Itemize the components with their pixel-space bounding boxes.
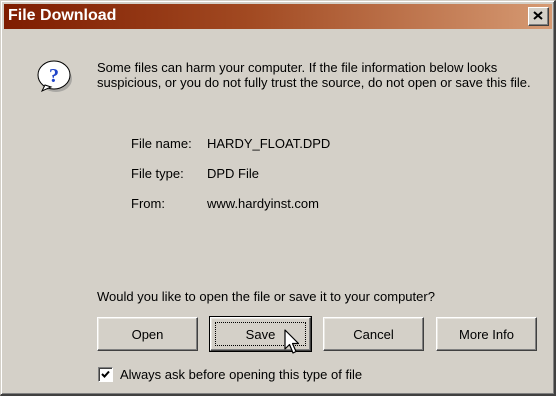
open-button-label: Open — [131, 326, 164, 342]
checkmark-icon — [101, 370, 110, 378]
file-download-dialog: File Download ? Some files can harm your… — [0, 0, 556, 396]
close-icon — [533, 11, 543, 20]
mouse-cursor-icon — [284, 329, 300, 354]
window-title: File Download — [8, 7, 117, 24]
file-type-label: File type: — [131, 166, 184, 181]
save-button-label: Save — [245, 326, 276, 342]
svg-text:?: ? — [49, 65, 59, 87]
file-type-value: DPD File — [207, 166, 260, 181]
always-ask-checkbox[interactable] — [98, 367, 113, 382]
file-name-value: HARDY_FLOAT.DPD — [207, 136, 331, 151]
from-value: www.hardyinst.com — [207, 196, 319, 211]
always-ask-label[interactable]: Always ask before opening this type of f… — [120, 367, 362, 382]
question-text: Would you like to open the file or save … — [97, 289, 435, 304]
from-label: From: — [131, 196, 165, 211]
close-button[interactable] — [528, 7, 549, 26]
open-button[interactable]: Open — [97, 317, 198, 351]
cancel-button[interactable]: Cancel — [323, 317, 424, 351]
more-info-button[interactable]: More Info — [436, 317, 537, 351]
cancel-button-label: Cancel — [353, 326, 394, 342]
question-icon: ? — [37, 60, 72, 93]
file-name-label: File name: — [131, 136, 192, 151]
title-bar[interactable]: File Download — [4, 4, 552, 29]
warning-message: Some files can harm your computer. If th… — [97, 60, 531, 90]
more-info-button-label: More Info — [459, 326, 514, 342]
